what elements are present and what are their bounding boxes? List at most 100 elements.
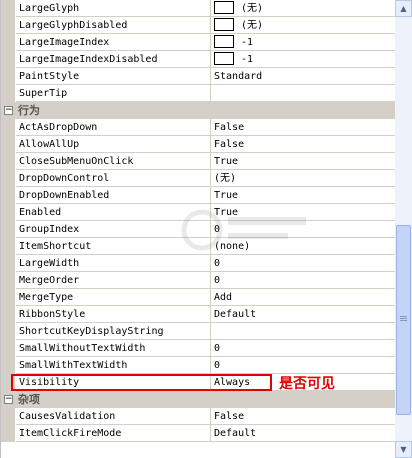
property-row[interactable]: ItemClickFireMode Default <box>1 425 396 442</box>
row-gutter <box>1 136 15 153</box>
property-value[interactable]: 0 <box>211 272 396 289</box>
row-gutter <box>1 238 15 255</box>
image-preview-swatch <box>214 51 234 65</box>
grip-line <box>400 320 407 321</box>
collapse-icon[interactable]: − <box>4 106 13 115</box>
property-name[interactable]: SmallWithoutTextWidth <box>16 340 210 357</box>
property-value-text: -1 <box>241 54 254 65</box>
property-value-text: 0 <box>214 343 221 354</box>
property-value-text: True <box>214 207 239 218</box>
property-value-text: (无) <box>214 173 237 184</box>
row-gutter <box>1 306 15 323</box>
scroll-thumb[interactable] <box>396 225 411 415</box>
property-value-text: 0 <box>214 258 221 269</box>
property-row[interactable]: ActAsDropDown False <box>1 119 396 136</box>
property-value[interactable]: 0 <box>211 357 396 374</box>
property-name[interactable]: Enabled <box>16 204 210 221</box>
property-row[interactable]: AllowAllUp False <box>1 136 396 153</box>
property-name[interactable]: GroupIndex <box>16 221 210 238</box>
property-value[interactable]: -1 <box>211 34 396 51</box>
property-name[interactable]: SuperTip <box>16 85 210 102</box>
property-value[interactable]: False <box>211 408 396 425</box>
property-name[interactable]: ItemClickFireMode <box>16 425 210 442</box>
property-value-text: Add <box>214 292 233 303</box>
property-value[interactable]: False <box>211 119 396 136</box>
property-row[interactable]: LargeImageIndex -1 <box>1 34 396 51</box>
row-gutter <box>1 340 15 357</box>
property-row[interactable]: LargeImageIndexDisabled -1 <box>1 51 396 68</box>
row-gutter <box>1 34 15 51</box>
property-row[interactable]: LargeGlyph (无) <box>1 0 396 17</box>
property-value-text: 0 <box>214 224 221 235</box>
property-value[interactable]: Standard <box>211 68 396 85</box>
property-row[interactable]: MergeType Add <box>1 289 396 306</box>
property-name[interactable]: DropDownEnabled <box>16 187 210 204</box>
row-gutter <box>1 425 15 442</box>
vertical-scrollbar[interactable]: ▲ ▼ <box>395 0 412 458</box>
property-name[interactable]: ActAsDropDown <box>16 119 210 136</box>
property-row[interactable]: SmallWithoutTextWidth 0 <box>1 340 396 357</box>
row-gutter <box>1 408 15 425</box>
property-row[interactable]: CausesValidation False <box>1 408 396 425</box>
property-value[interactable]: Default <box>211 425 396 442</box>
property-row[interactable]: SmallWithTextWidth 0 <box>1 357 396 374</box>
property-value[interactable]: True <box>211 187 396 204</box>
category-row[interactable]: − 行为 <box>1 102 396 119</box>
scroll-up-icon[interactable]: ▲ <box>395 0 412 17</box>
property-name[interactable]: MergeOrder <box>16 272 210 289</box>
property-row[interactable]: DropDownEnabled True <box>1 187 396 204</box>
property-value[interactable]: 0 <box>211 221 396 238</box>
property-row[interactable]: LargeGlyphDisabled (无) <box>1 17 396 34</box>
visibility-annotation: 是否可见 <box>279 376 335 392</box>
visibility-highlight-box <box>11 374 272 391</box>
property-name[interactable]: RibbonStyle <box>16 306 210 323</box>
property-name[interactable]: LargeGlyphDisabled <box>16 17 210 34</box>
collapse-icon[interactable]: − <box>4 395 13 404</box>
property-name[interactable]: DropDownControl <box>16 170 210 187</box>
property-name[interactable]: LargeGlyph <box>16 0 210 17</box>
property-value[interactable]: (无) <box>211 170 396 187</box>
property-row[interactable]: PaintStyle Standard <box>1 68 396 85</box>
property-value[interactable]: (无) <box>211 0 396 17</box>
property-row[interactable]: ItemShortcut (none) <box>1 238 396 255</box>
property-value[interactable]: Default <box>211 306 396 323</box>
property-value[interactable]: -1 <box>211 51 396 68</box>
property-name[interactable]: ShortcutKeyDisplayString <box>16 323 210 340</box>
property-value-text: (无) <box>241 3 264 14</box>
property-value[interactable]: True <box>211 153 396 170</box>
property-row[interactable]: RibbonStyle Default <box>1 306 396 323</box>
property-value[interactable]: 0 <box>211 255 396 272</box>
property-value[interactable]: False <box>211 136 396 153</box>
property-row[interactable]: MergeOrder 0 <box>1 272 396 289</box>
property-name[interactable]: CausesValidation <box>16 408 210 425</box>
property-name[interactable]: LargeImageIndexDisabled <box>16 51 210 68</box>
property-row[interactable]: ShortcutKeyDisplayString <box>1 323 396 340</box>
property-name[interactable]: LargeWidth <box>16 255 210 272</box>
property-name[interactable]: CloseSubMenuOnClick <box>16 153 210 170</box>
property-row[interactable]: LargeWidth 0 <box>1 255 396 272</box>
property-name[interactable]: SmallWithTextWidth <box>16 357 210 374</box>
property-name[interactable]: PaintStyle <box>16 68 210 85</box>
scroll-down-icon[interactable]: ▼ <box>395 441 412 458</box>
property-name[interactable]: AllowAllUp <box>16 136 210 153</box>
property-name[interactable]: ItemShortcut <box>16 238 210 255</box>
property-name[interactable]: MergeType <box>16 289 210 306</box>
image-preview-swatch <box>214 0 234 14</box>
property-value[interactable]: (none) <box>211 238 396 255</box>
property-row[interactable]: SuperTip <box>1 85 396 102</box>
property-value[interactable]: 0 <box>211 340 396 357</box>
property-name[interactable]: LargeImageIndex <box>16 34 210 51</box>
property-row[interactable]: Enabled True <box>1 204 396 221</box>
property-value[interactable] <box>211 85 396 102</box>
property-row[interactable]: DropDownControl (无) <box>1 170 396 187</box>
category-row[interactable]: − 杂项 <box>1 391 396 408</box>
property-value[interactable]: True <box>211 204 396 221</box>
property-value-text: (无) <box>241 20 264 31</box>
property-value[interactable] <box>211 323 396 340</box>
property-value[interactable]: Add <box>211 289 396 306</box>
property-value[interactable]: (无) <box>211 17 396 34</box>
row-gutter <box>1 272 15 289</box>
row-gutter <box>1 119 15 136</box>
property-row[interactable]: CloseSubMenuOnClick True <box>1 153 396 170</box>
property-row[interactable]: GroupIndex 0 <box>1 221 396 238</box>
